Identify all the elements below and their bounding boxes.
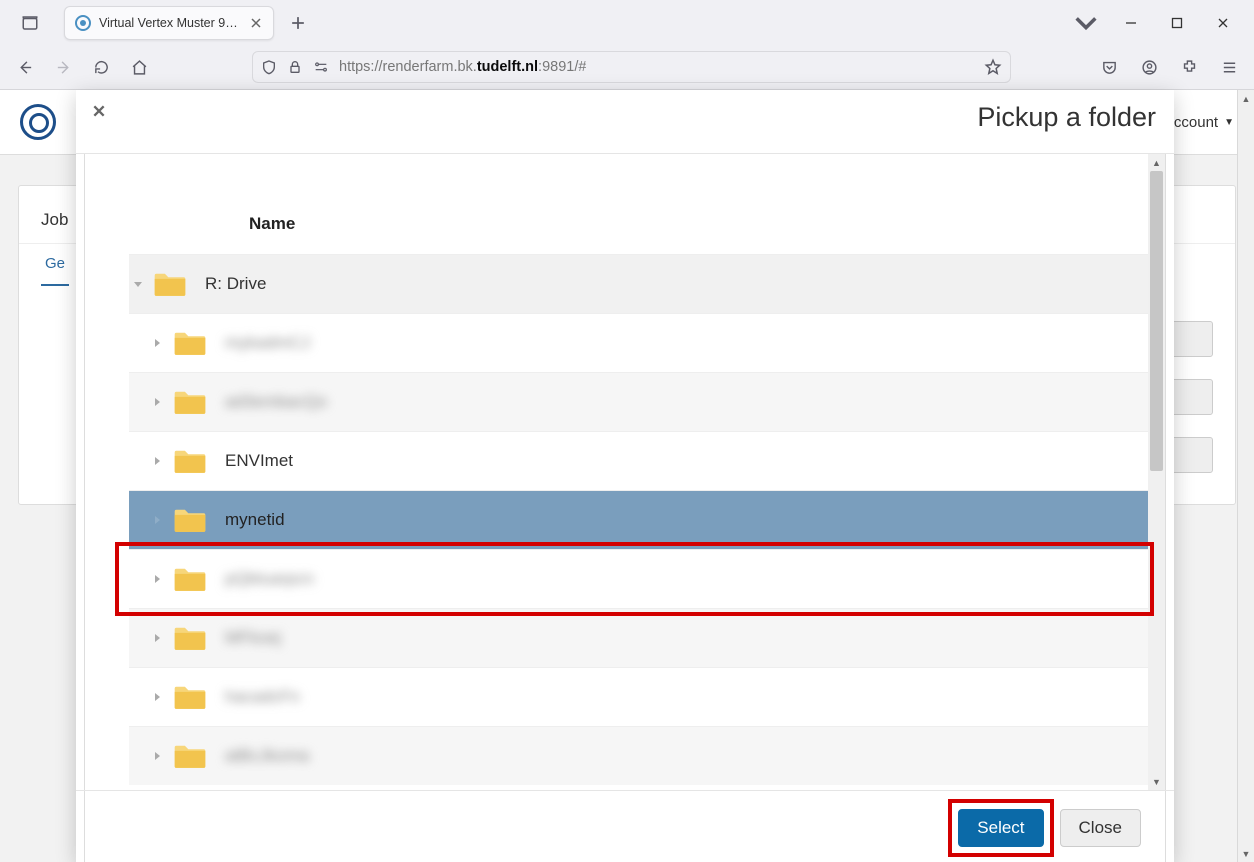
folder-name: ad3embacQo <box>225 392 327 412</box>
folder-icon <box>173 328 211 358</box>
reload-button[interactable] <box>86 52 116 82</box>
folder-icon <box>173 682 211 712</box>
lock-icon[interactable] <box>287 59 303 75</box>
modal-header: Pickup a folder <box>76 90 1174 154</box>
caret-right-icon[interactable] <box>129 750 167 762</box>
tabs-overflow-button[interactable] <box>1072 9 1100 37</box>
tree-header: Name <box>129 194 1148 254</box>
tab-close-button[interactable] <box>249 16 263 30</box>
select-button[interactable]: Select <box>958 809 1043 847</box>
bookmark-star-icon[interactable] <box>984 58 1002 76</box>
account-menu[interactable]: ccount ▼ <box>1174 114 1234 131</box>
recent-tabs-button[interactable] <box>16 9 44 37</box>
panel-title: Job <box>41 210 68 229</box>
page-vertical-scrollbar[interactable]: ▲ ▼ <box>1237 90 1254 862</box>
scroll-up-icon[interactable]: ▲ <box>1148 154 1165 171</box>
folder-row[interactable]: pQbtuarpcn <box>129 549 1148 608</box>
hamburger-menu-icon[interactable] <box>1214 52 1244 82</box>
column-header-name: Name <box>249 214 295 234</box>
forward-button[interactable] <box>48 52 78 82</box>
folder-row[interactable]: MFkoej <box>129 608 1148 667</box>
scrollbar-thumb[interactable] <box>1150 171 1163 471</box>
caret-right-icon[interactable] <box>129 455 167 467</box>
caret-right-icon[interactable] <box>129 396 167 408</box>
folder-name: R: Drive <box>205 274 266 294</box>
folder-name: mynetid <box>225 510 285 530</box>
browser-chrome: Virtual Vertex Muster 9 Web con <box>0 0 1254 90</box>
folder-name: mykadmCJ <box>225 333 310 353</box>
folder-icon <box>173 623 211 653</box>
modal-close-x-button[interactable] <box>88 100 110 122</box>
caret-right-icon[interactable] <box>129 514 167 526</box>
folder-icon <box>173 505 211 535</box>
window-minimize-button[interactable] <box>1108 8 1154 38</box>
toolbar-right <box>1094 52 1244 82</box>
folder-row[interactable]: R: Drive <box>129 254 1148 313</box>
folder-browser-scrollbar[interactable]: ▲ ▼ <box>1148 154 1165 790</box>
new-tab-button[interactable] <box>284 9 312 37</box>
caret-down-icon[interactable] <box>129 278 147 290</box>
folder-icon <box>173 387 211 417</box>
folder-name: hacadcFn <box>225 687 300 707</box>
folder-browser: Name R: Drive mykadmCJ ad3embacQo ENVImet my… <box>85 154 1165 790</box>
folder-row[interactable]: ENVImet <box>129 431 1148 490</box>
folder-name: atBcJkoma <box>225 746 309 766</box>
close-button[interactable]: Close <box>1060 809 1141 847</box>
folder-row[interactable]: atBcJkoma <box>129 726 1148 785</box>
folder-name: pQbtuarpcn <box>225 569 314 589</box>
address-bar[interactable]: https://renderfarm.bk.tudelft.nl:9891/# <box>252 51 1011 83</box>
scroll-up-icon[interactable]: ▲ <box>1238 90 1254 107</box>
folder-name: MFkoej <box>225 628 281 648</box>
navigation-bar: https://renderfarm.bk.tudelft.nl:9891/# <box>0 45 1254 89</box>
folder-row-selected[interactable]: mynetid <box>129 490 1148 549</box>
modal-footer: Select Close <box>76 790 1174 862</box>
extensions-icon[interactable] <box>1174 52 1204 82</box>
folder-picker-modal: Pickup a folder Name R: Drive mykadmCJ ad3… <box>76 90 1174 862</box>
folder-row[interactable]: ad3embacQo <box>129 372 1148 431</box>
caret-down-icon: ▼ <box>1224 117 1234 128</box>
permissions-icon[interactable] <box>313 59 329 75</box>
tab-title: Virtual Vertex Muster 9 Web con <box>99 16 241 30</box>
url-text: https://renderfarm.bk.tudelft.nl:9891/# <box>339 59 586 75</box>
tab-favicon <box>75 15 91 31</box>
modal-title: Pickup a folder <box>977 102 1156 133</box>
folder-row[interactable]: hacadcFn <box>129 667 1148 726</box>
caret-right-icon[interactable] <box>129 337 167 349</box>
modal-body: Name R: Drive mykadmCJ ad3embacQo ENVImet my… <box>76 154 1174 790</box>
folder-tree: Name R: Drive mykadmCJ ad3embacQo ENVImet my… <box>85 154 1148 790</box>
scroll-down-icon[interactable]: ▼ <box>1148 773 1165 790</box>
folder-row[interactable]: mykadmCJ <box>129 313 1148 372</box>
back-button[interactable] <box>10 52 40 82</box>
folder-icon <box>173 741 211 771</box>
folder-icon <box>173 446 211 476</box>
pocket-icon[interactable] <box>1094 52 1124 82</box>
browser-tab-active[interactable]: Virtual Vertex Muster 9 Web con <box>64 6 274 40</box>
shield-icon[interactable] <box>261 59 277 75</box>
panel-tab-link[interactable]: Ge <box>41 245 69 286</box>
window-maximize-button[interactable] <box>1154 8 1200 38</box>
scroll-down-icon[interactable]: ▼ <box>1238 845 1254 862</box>
folder-icon <box>153 269 191 299</box>
folder-icon <box>173 564 211 594</box>
window-close-button[interactable] <box>1200 8 1246 38</box>
caret-right-icon[interactable] <box>129 691 167 703</box>
folder-name: ENVImet <box>225 451 293 471</box>
caret-right-icon[interactable] <box>129 632 167 644</box>
app-logo-icon <box>20 104 56 140</box>
account-menu-label: ccount <box>1174 114 1218 131</box>
tab-bar: Virtual Vertex Muster 9 Web con <box>0 0 1254 45</box>
home-button[interactable] <box>124 52 154 82</box>
caret-right-icon[interactable] <box>129 573 167 585</box>
account-icon[interactable] <box>1134 52 1164 82</box>
